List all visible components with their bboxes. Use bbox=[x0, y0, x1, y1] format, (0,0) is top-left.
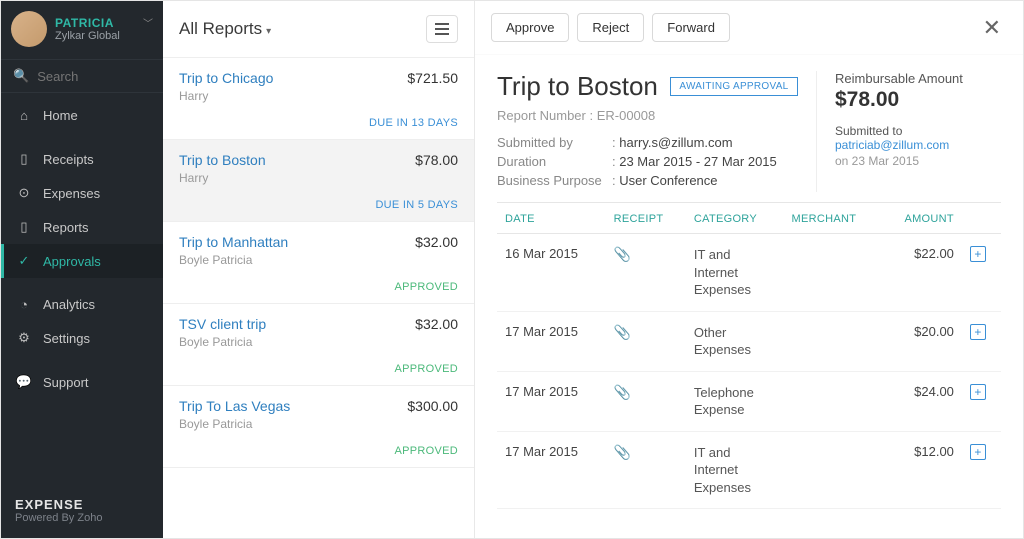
expense-row[interactable]: 17 Mar 2015 📎 Other Expenses $20.00 + bbox=[497, 311, 1001, 371]
report-amount: $32.00 bbox=[415, 316, 458, 332]
user-name: PATRICIA bbox=[55, 16, 120, 30]
paperclip-icon: 📎 bbox=[614, 384, 631, 400]
nav-analytics[interactable]: ◔Analytics bbox=[1, 288, 163, 321]
search-input[interactable] bbox=[37, 69, 151, 84]
dollar-icon: ⊙ bbox=[15, 185, 33, 201]
submitted-date: on 23 Mar 2015 bbox=[835, 154, 1001, 168]
home-icon: ⌂ bbox=[15, 108, 33, 123]
expense-table: DATE RECEIPT CATEGORY MERCHANT AMOUNT 16… bbox=[497, 202, 1001, 509]
approve-button[interactable]: Approve bbox=[491, 13, 569, 42]
chevron-down-icon: ﹀ bbox=[143, 15, 153, 30]
sidebar: PATRICIA Zylkar Global ﹀ 🔍 ⌂Home ▯Receip… bbox=[1, 1, 163, 538]
expand-icon[interactable]: + bbox=[970, 246, 986, 262]
expand-icon[interactable]: + bbox=[970, 384, 986, 400]
report-amount: $78.00 bbox=[415, 152, 458, 168]
expense-row[interactable]: 17 Mar 2015 📎 IT and Internet Expenses $… bbox=[497, 431, 1001, 509]
report-status: DUE IN 5 DAYS bbox=[179, 199, 458, 211]
report-list-pane: All Reports▾ Trip to Chicago Harry $721.… bbox=[163, 1, 475, 538]
paperclip-icon: 📎 bbox=[614, 444, 631, 460]
nav-settings[interactable]: ⚙Settings bbox=[1, 321, 163, 355]
report-item[interactable]: Trip to Chicago Harry $721.50 DUE IN 13 … bbox=[163, 58, 474, 140]
search-input-wrap[interactable]: 🔍 bbox=[1, 59, 163, 93]
expand-icon[interactable]: + bbox=[970, 324, 986, 340]
brand-footer: EXPENSE Powered By Zoho bbox=[1, 483, 163, 538]
document-icon: ▯ bbox=[15, 219, 33, 235]
nav-receipts[interactable]: ▯Receipts bbox=[1, 142, 163, 176]
expense-row[interactable]: 16 Mar 2015 📎 IT and Internet Expenses $… bbox=[497, 234, 1001, 312]
reimbursable-amount: $78.00 bbox=[835, 88, 1001, 112]
nav-reports[interactable]: ▯Reports bbox=[1, 210, 163, 244]
nav-home[interactable]: ⌂Home bbox=[1, 99, 163, 132]
status-badge: AWAITING APPROVAL bbox=[670, 77, 797, 96]
report-item[interactable]: TSV client trip Boyle Patricia $32.00 AP… bbox=[163, 304, 474, 386]
nav-expenses[interactable]: ⊙Expenses bbox=[1, 176, 163, 210]
report-status: APPROVED bbox=[179, 445, 458, 457]
report-item[interactable]: Trip to Manhattan Boyle Patricia $32.00 … bbox=[163, 222, 474, 304]
user-org: Zylkar Global bbox=[55, 30, 120, 42]
reimbursable-label: Reimbursable Amount bbox=[835, 71, 1001, 86]
report-item[interactable]: Trip To Las Vegas Boyle Patricia $300.00… bbox=[163, 386, 474, 468]
report-item[interactable]: Trip to Boston Harry $78.00 DUE IN 5 DAY… bbox=[163, 140, 474, 222]
report-status: DUE IN 13 DAYS bbox=[179, 117, 458, 129]
detail-title: Trip to Boston bbox=[497, 71, 658, 102]
report-amount: $300.00 bbox=[407, 398, 458, 414]
receipt-icon: ▯ bbox=[15, 151, 33, 167]
report-status: APPROVED bbox=[179, 363, 458, 375]
paperclip-icon: 📎 bbox=[614, 324, 631, 340]
paperclip-icon: 📎 bbox=[614, 246, 631, 262]
chat-icon: 💬 bbox=[15, 374, 33, 390]
report-submitter: Harry bbox=[179, 171, 458, 185]
report-amount: $32.00 bbox=[415, 234, 458, 250]
gear-icon: ⚙ bbox=[15, 330, 33, 346]
list-title-dropdown[interactable]: All Reports▾ bbox=[179, 19, 271, 39]
close-icon[interactable]: ✕ bbox=[977, 17, 1007, 39]
nav-approvals[interactable]: ✓Approvals bbox=[1, 244, 163, 278]
detail-pane: Approve Reject Forward ✕ Trip to Boston … bbox=[475, 1, 1023, 538]
avatar bbox=[11, 11, 47, 47]
search-icon: 🔍 bbox=[13, 68, 29, 84]
expand-icon[interactable]: + bbox=[970, 444, 986, 460]
report-number: Report Number : ER-00008 bbox=[497, 108, 816, 123]
report-submitter: Boyle Patricia bbox=[179, 417, 458, 431]
profile-menu[interactable]: PATRICIA Zylkar Global ﹀ bbox=[1, 1, 163, 59]
check-circle-icon: ✓ bbox=[15, 253, 33, 269]
caret-down-icon: ▾ bbox=[266, 26, 271, 37]
list-view-toggle[interactable] bbox=[426, 15, 458, 43]
nav-support[interactable]: 💬Support bbox=[1, 365, 163, 399]
expense-row[interactable]: 17 Mar 2015 📎 Telephone Expense $24.00 + bbox=[497, 371, 1001, 431]
analytics-icon: ◔ bbox=[15, 297, 33, 312]
report-submitter: Harry bbox=[179, 89, 458, 103]
report-status: APPROVED bbox=[179, 281, 458, 293]
reject-button[interactable]: Reject bbox=[577, 13, 644, 42]
report-submitter: Boyle Patricia bbox=[179, 335, 458, 349]
report-submitter: Boyle Patricia bbox=[179, 253, 458, 267]
submitted-to: Submitted topatriciab@zillum.com bbox=[835, 124, 1001, 152]
forward-button[interactable]: Forward bbox=[652, 13, 730, 42]
report-amount: $721.50 bbox=[407, 70, 458, 86]
